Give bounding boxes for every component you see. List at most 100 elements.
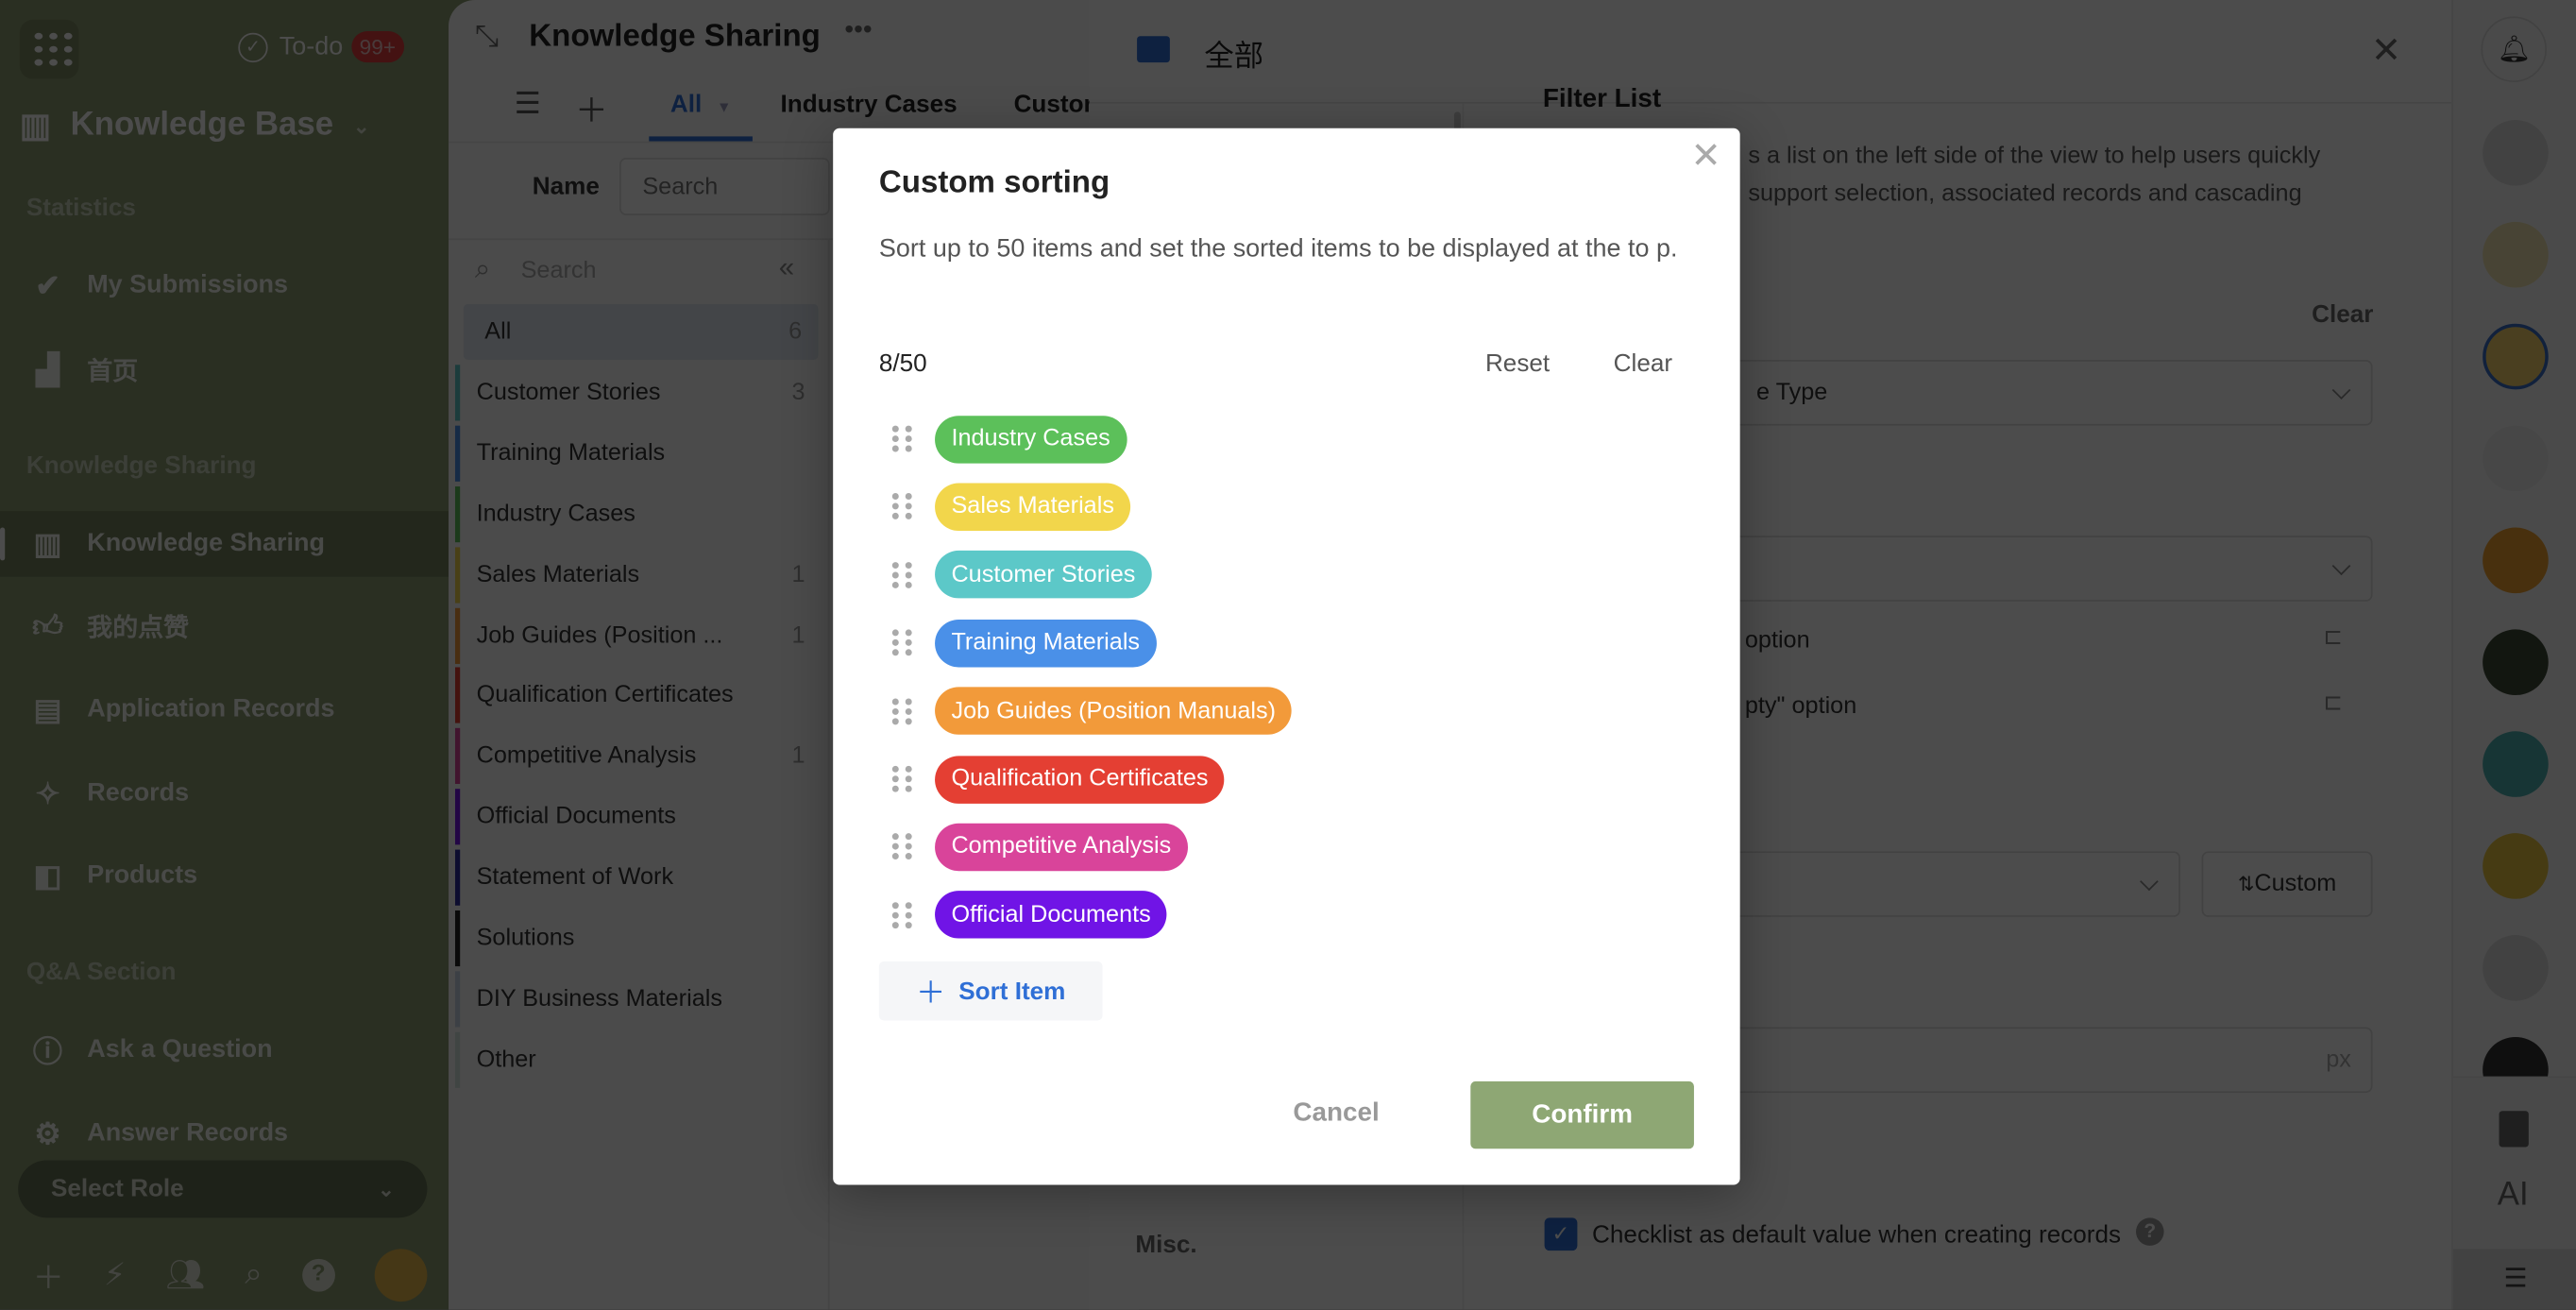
list-item[interactable]: Official Documents [454,789,822,845]
drag-handle-icon[interactable] [891,425,912,452]
sidebar-item-home[interactable]: ▟ 首页 [0,337,449,403]
sidebar-item-records[interactable]: ✧ Records [0,761,449,827]
list-item[interactable]: Customer Stories 3 [454,365,822,421]
members-icon[interactable]: 👥︎ [165,1255,205,1295]
avatar[interactable] [2483,323,2549,390]
search-icon: ⌕ [474,252,491,285]
custom-sort-button[interactable]: ⇅ Custom [2201,851,2373,917]
section-title: Filter List [1542,85,1662,114]
select-role-dropdown[interactable]: Select Role ⌄ [18,1160,428,1218]
avatar[interactable] [2483,629,2549,696]
toggle-icon[interactable]: ⊏ [2323,622,2342,651]
app-grid-button[interactable] [19,19,79,79]
add-item-label: Sort Item [958,977,1066,1006]
list-item[interactable]: Sales Materials 1 [454,546,822,603]
sidebar-item-my-likes[interactable]: 👍︎ 我的点赞 [0,593,449,659]
drag-handle-icon[interactable] [891,697,912,724]
sidebar-item-application-records[interactable]: ▤ Application Records [0,677,449,743]
sort-item-tag: Job Guides (Position Manuals) [935,687,1293,735]
ai-button[interactable]: AI [2498,1177,2529,1215]
bell-icon[interactable]: 🔔︎ [2481,16,2547,82]
check-circle-icon: ✔ [35,268,60,302]
avatar[interactable] [2483,833,2549,899]
sidebar-item-answer-records[interactable]: ⚙ Answer Records [0,1101,449,1167]
name-search-input[interactable] [619,158,830,215]
drag-handle-icon[interactable] [891,833,912,860]
list-item-label: Other [476,1046,536,1073]
checklist-checkbox[interactable]: ✓ [1544,1217,1578,1251]
list-view-icon[interactable]: ☰ [515,87,541,122]
cancel-button[interactable]: Cancel [1293,1099,1379,1129]
section-description-1: s a list on the left side of the view to… [1748,143,2321,170]
drag-handle-icon[interactable] [891,561,912,588]
sidebar-item-ask-question[interactable]: ⓘ Ask a Question [0,1017,449,1083]
list-item[interactable]: Competitive Analysis 1 [454,728,822,785]
list-item[interactable]: Industry Cases [454,485,822,542]
sidebar-item-my-submissions[interactable]: ✔ My Submissions [0,253,449,319]
drag-handle-icon[interactable] [891,493,912,520]
chevron-down-icon [2140,872,2159,892]
clear-button[interactable]: Clear [2312,300,2373,329]
reset-button[interactable]: Reset [1485,350,1550,379]
list-item[interactable]: Other [454,1031,822,1088]
help-icon[interactable]: ? [301,1258,335,1292]
list-item[interactable]: All 6 [463,303,819,361]
apps-icon[interactable] [2483,527,2549,594]
width-input[interactable]: px [1708,1027,2373,1094]
close-icon[interactable]: ✕ [2371,29,2401,72]
todo-button[interactable]: ✓ To-do 99+ [238,31,404,63]
avatar[interactable] [2483,120,2549,186]
tab-customer[interactable]: Custor [1014,91,1093,119]
list-search-input[interactable]: Search [521,258,597,284]
modal-backdrop[interactable]: ✓ To-do 99+ ▥ Knowledge Base ⌄ Statistic… [0,0,2576,1310]
add-view-icon[interactable]: ＋ [575,84,608,131]
sort-select[interactable] [1708,851,2180,917]
sort-count: 8/50 [878,349,927,379]
list-item[interactable]: Statement of Work [454,849,822,906]
tab-all[interactable]: All ▼ [649,91,753,142]
divider [827,240,830,1310]
help-icon[interactable]: ? [2136,1217,2164,1246]
drag-handle-icon[interactable] [891,629,912,656]
list-item[interactable]: Job Guides (Position ... 1 [454,606,822,664]
expand-icon[interactable]: ⤡ [475,20,499,55]
search-icon[interactable]: ⌕ [245,1257,263,1293]
avatar[interactable] [2483,731,2549,797]
sort-row: Competitive Analysis [879,823,1188,872]
list-item[interactable]: Training Materials [454,425,822,482]
avatar[interactable] [374,1249,428,1302]
collapse-icon[interactable]: « [779,251,794,284]
add-sort-item-button[interactable]: ＋ Sort Item [878,961,1103,1021]
list-item[interactable]: Qualification Certificates [454,668,822,724]
tab-industry-cases[interactable]: Industry Cases [781,91,958,119]
clear-button[interactable]: Clear [1614,350,1672,379]
list-item-label: Training Materials [476,439,666,467]
library-icon: ▥ [19,108,51,145]
avatar[interactable] [2483,221,2549,288]
list-item[interactable]: DIY Business Materials [454,971,822,1028]
lightning-icon[interactable]: ⚡︎ [104,1256,126,1294]
app-title[interactable]: ▥ Knowledge Base ⌄ [20,105,370,146]
toggle-icon[interactable]: ⊏ [2323,689,2342,717]
sidebar-item-knowledge-sharing[interactable]: ▥ Knowledge Sharing [0,511,449,577]
todo-badge: 99+ [350,31,404,63]
more-icon[interactable]: ••• [844,16,872,45]
avatar[interactable] [2483,935,2549,1001]
sidebar-item-label: 首页 [87,358,139,386]
confirm-button[interactable]: Confirm [1470,1080,1694,1149]
sidebar-item-products[interactable]: ◧ Products [0,843,449,910]
sort-item-tag: Training Materials [935,619,1157,667]
drag-handle-icon[interactable] [891,901,912,928]
list-item[interactable]: Solutions [454,910,822,967]
avatar[interactable] [2483,425,2549,492]
collapse-menu-button[interactable]: ☰ [2452,1249,2576,1310]
field-select[interactable]: e Type [1708,360,2373,426]
option-select[interactable] [1708,536,2373,602]
unit-label: px [2326,1046,2351,1074]
section-description-2: support selection, associated records an… [1748,180,2302,208]
add-icon[interactable]: ＋ [33,1253,64,1298]
drag-handle-icon[interactable] [891,765,912,792]
name-filter-label: Name [532,172,600,201]
contacts-icon[interactable] [2499,1111,2529,1148]
close-icon[interactable]: ✕ [1690,135,1720,178]
